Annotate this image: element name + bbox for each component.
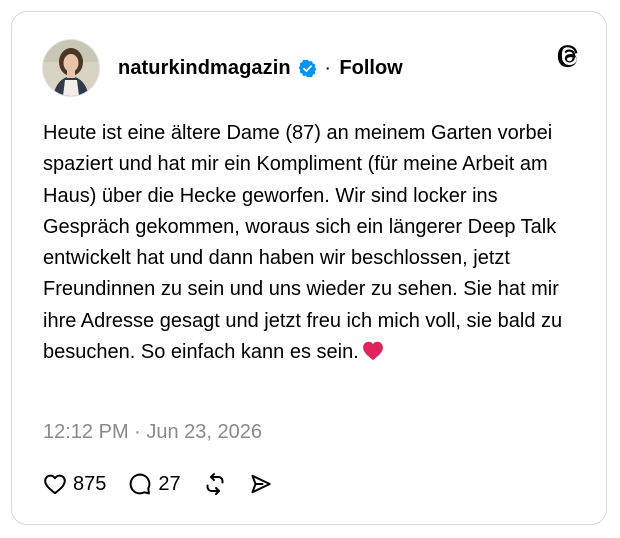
repost-button[interactable]: [203, 472, 227, 496]
post-timestamp[interactable]: 12:12 PM · Jun 23, 2026: [43, 421, 262, 444]
username[interactable]: naturkindmagazin: [118, 57, 291, 80]
name-row: naturkindmagazin · Follow: [118, 57, 403, 80]
heart-outline-icon: [43, 473, 67, 495]
post-text: Heute ist eine ältere Dame (87) an meine…: [43, 122, 568, 364]
reply-count: 27: [158, 472, 181, 495]
follow-button[interactable]: Follow: [339, 57, 402, 80]
like-count: 875: [73, 472, 107, 495]
like-button[interactable]: 875: [43, 473, 106, 496]
comment-bubble-icon: [128, 472, 152, 496]
post-header: naturkindmagazin · Follow: [43, 39, 403, 97]
share-button[interactable]: [249, 472, 273, 496]
repost-icon: [203, 472, 227, 496]
threads-logo-icon[interactable]: [556, 43, 582, 69]
reply-button[interactable]: 27: [128, 472, 181, 496]
share-send-icon: [249, 472, 273, 496]
verified-badge-icon: [298, 59, 317, 78]
threads-embed-card: naturkindmagazin · Follow Heute ist eine…: [11, 11, 607, 525]
action-bar: 875 27: [43, 470, 295, 498]
separator-dot: ·: [325, 60, 331, 76]
post-body: Heute ist eine ältere Dame (87) an meine…: [43, 118, 573, 371]
avatar[interactable]: [43, 40, 99, 96]
red-heart-emoji-icon: [362, 340, 384, 371]
